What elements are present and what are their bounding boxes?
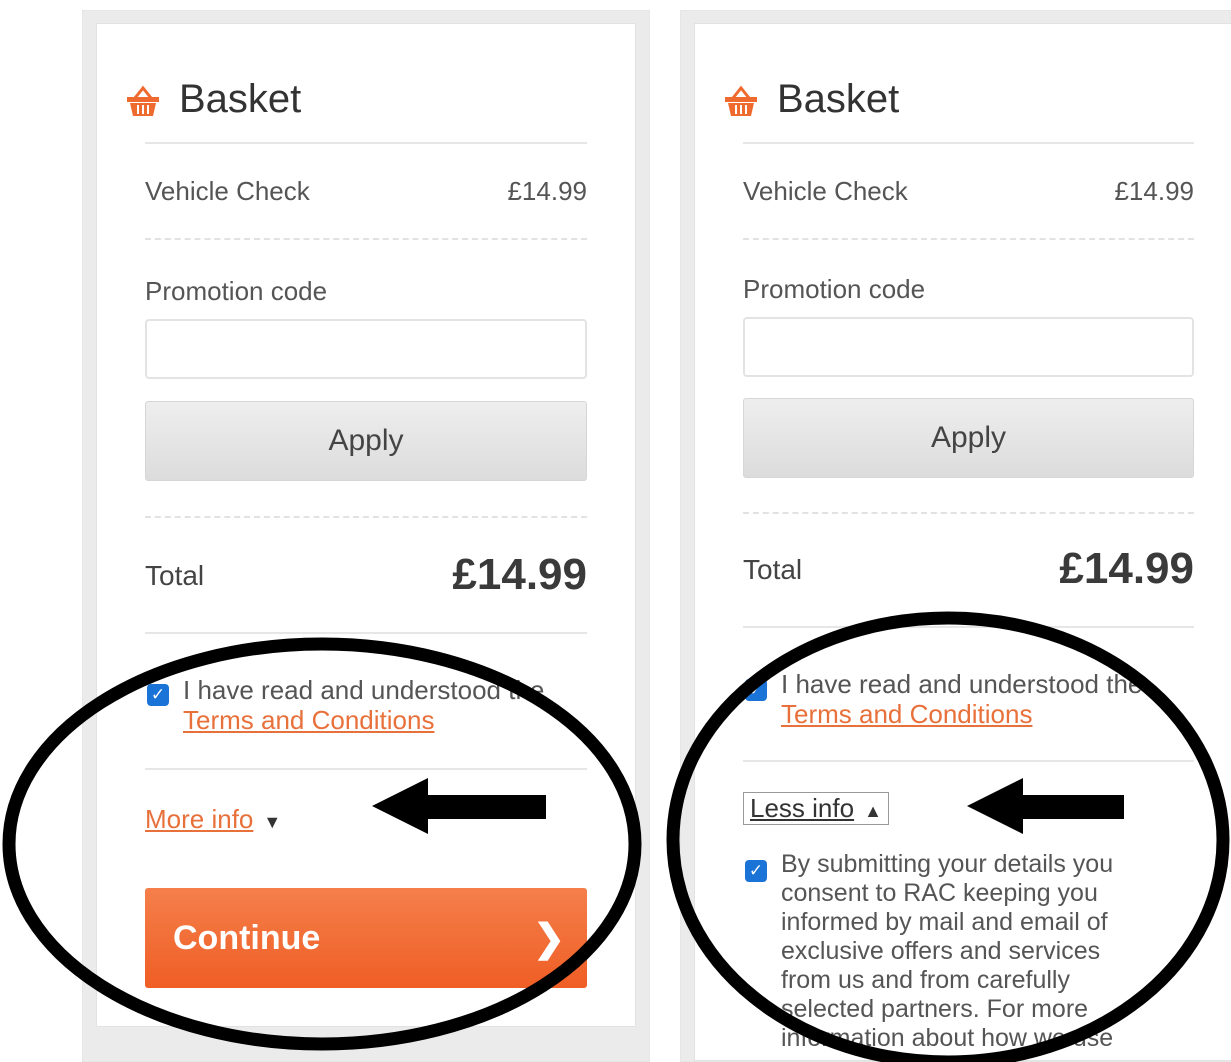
terms-statement: I have read and understood the Terms and… <box>781 669 1231 729</box>
basket-icon <box>127 85 159 116</box>
total-label: Total <box>145 560 205 591</box>
basket-card: Basket Vehicle Check £14.99 Promotion co… <box>694 23 1231 1061</box>
item-price: £14.99 <box>1114 176 1194 206</box>
basket-panel-expanded: Basket Vehicle Check £14.99 Promotion co… <box>680 10 1231 1062</box>
basket-title: Basket <box>179 77 302 121</box>
less-info-label: Less info <box>750 793 855 823</box>
terms-link[interactable]: Terms and Conditions <box>183 705 434 735</box>
promo-label: Promotion code <box>145 276 328 306</box>
checkmark-icon: ✓ <box>748 680 764 699</box>
terms-text: I have read and understood the <box>183 675 545 705</box>
divider <box>743 626 1194 628</box>
divider <box>743 238 1194 240</box>
terms-link[interactable]: Terms and Conditions <box>781 699 1032 729</box>
terms-statement: I have read and understood the Terms and… <box>183 675 643 735</box>
apply-button[interactable]: Apply <box>145 401 587 481</box>
consent-checkbox[interactable]: ✓ <box>745 860 767 882</box>
promo-label: Promotion code <box>743 274 926 304</box>
terms-checkbox[interactable]: ✓ <box>147 684 169 706</box>
terms-checkbox[interactable]: ✓ <box>745 679 767 701</box>
continue-button[interactable]: Continue ❯ <box>145 888 587 988</box>
divider <box>145 768 587 770</box>
more-info-label: More info <box>145 804 254 834</box>
basket-panel-collapsed: Basket Vehicle Check £14.99 Promotion co… <box>82 10 650 1062</box>
caret-down-icon: ▼ <box>263 812 282 832</box>
item-price: £14.99 <box>507 176 587 206</box>
terms-text: I have read and understood the <box>781 669 1143 699</box>
total-value: £14.99 <box>452 550 587 599</box>
divider <box>743 760 1194 762</box>
divider <box>743 142 1194 144</box>
consent-text: By submitting your details you consent t… <box>781 850 1114 1052</box>
divider <box>145 516 587 518</box>
caret-up-icon: ▲ <box>864 801 882 821</box>
basket-title: Basket <box>777 77 900 121</box>
apply-button[interactable]: Apply <box>743 398 1194 478</box>
more-info-toggle[interactable]: More info ▼ <box>145 804 281 835</box>
divider <box>743 512 1194 514</box>
basket-icon <box>725 85 757 116</box>
promo-code-input[interactable] <box>145 319 587 379</box>
basket-card: Basket Vehicle Check £14.99 Promotion co… <box>96 23 636 1027</box>
checkmark-icon: ✓ <box>150 685 166 704</box>
total-label: Total <box>743 554 803 585</box>
item-name: Vehicle Check <box>743 176 908 206</box>
chevron-right-icon: ❯ <box>533 918 565 960</box>
divider <box>145 142 587 144</box>
checkmark-icon: ✓ <box>748 861 764 880</box>
less-info-toggle[interactable]: Less info ▲ <box>743 792 889 825</box>
promo-code-input[interactable] <box>743 317 1194 377</box>
total-value: £14.99 <box>1059 544 1194 593</box>
continue-label: Continue <box>173 918 321 957</box>
divider <box>145 238 587 240</box>
divider <box>145 632 587 634</box>
item-name: Vehicle Check <box>145 176 310 206</box>
